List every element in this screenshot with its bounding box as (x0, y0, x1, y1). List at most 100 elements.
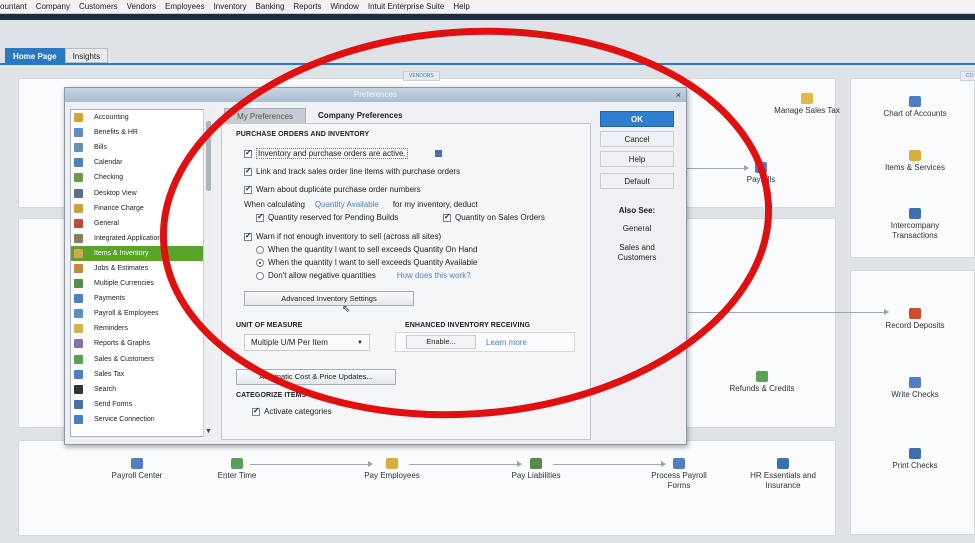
uom-dropdown[interactable]: Multiple U/M Per Item ▼ (244, 334, 370, 351)
link-track-option[interactable]: Link and track sales order line items wi… (244, 166, 460, 176)
also-see-label: Also See: (618, 206, 656, 215)
category-reminders[interactable]: Reminders (71, 321, 212, 336)
category-label: Sales Tax (94, 370, 125, 378)
category-payments[interactable]: Payments (71, 291, 212, 306)
category-icon (74, 279, 83, 289)
tab-company-preferences[interactable]: Company Preferences (306, 108, 414, 123)
category-payroll-employees[interactable]: Payroll & Employees (71, 306, 212, 321)
record-deposits[interactable]: Record Deposits (880, 308, 950, 331)
scroll-down-icon[interactable]: ▼ (205, 428, 212, 435)
warn-not-enough-checkbox[interactable] (244, 231, 252, 241)
tab-home-page[interactable]: Home Page (5, 48, 65, 63)
payroll-center[interactable]: Payroll Center (102, 458, 172, 481)
category-icon (74, 354, 83, 364)
flow-arrow (686, 165, 749, 171)
category-search[interactable]: Search (71, 382, 212, 397)
activate-categories-checkbox[interactable] (252, 406, 260, 416)
menu-item-window[interactable]: Window (330, 2, 358, 11)
title-strip (0, 14, 975, 20)
qty-reserved-option[interactable]: Quantity reserved for Pending Builds (256, 212, 398, 222)
category-reports-graphs[interactable]: Reports & Graphs (71, 336, 212, 351)
radio-dont-allow-button[interactable] (256, 271, 264, 280)
category-integrated-applications[interactable]: Integrated Applications (71, 231, 212, 246)
inventory-active-option[interactable]: Inventory and purchase orders are active… (244, 148, 442, 159)
info-icon[interactable] (434, 150, 442, 157)
pay-liabilities[interactable]: Pay Liabilities (501, 458, 571, 481)
process-payroll-forms[interactable]: Process Payroll Forms (644, 458, 714, 491)
menu-item-vendors[interactable]: Vendors (127, 2, 156, 11)
category-desktop-view[interactable]: Desktop View (71, 185, 212, 200)
qty-sales-orders-checkbox[interactable] (443, 212, 451, 222)
qty-sales-orders-option[interactable]: Quantity on Sales Orders (443, 212, 545, 222)
help-button[interactable]: Help (600, 151, 674, 167)
category-sales-tax[interactable]: Sales Tax (71, 367, 212, 382)
tab-my-preferences[interactable]: My Preferences (224, 108, 307, 123)
activate-categories-option[interactable]: Activate categories (252, 406, 332, 416)
learn-more-link[interactable]: Learn more (486, 338, 527, 347)
vendors-section-label: VENDORS (403, 71, 440, 81)
category-calendar[interactable]: Calendar (71, 155, 212, 170)
ok-button[interactable]: OK (600, 111, 674, 127)
refunds-credits[interactable]: Refunds & Credits (727, 371, 797, 394)
warn-duplicate-option[interactable]: Warn about duplicate purchase order numb… (244, 184, 421, 194)
category-jobs-estimates[interactable]: Jobs & Estimates (71, 261, 212, 276)
category-accounting[interactable]: Accounting (71, 110, 212, 125)
category-service-connection[interactable]: Service Connection (71, 412, 212, 427)
enable-button[interactable]: Enable... (406, 335, 476, 349)
cancel-button[interactable]: Cancel (600, 131, 674, 147)
chart-of-accounts[interactable]: Chart of Accounts (880, 96, 950, 119)
warn-not-enough-option[interactable]: Warn if not enough inventory to sell (ac… (244, 231, 441, 241)
category-general[interactable]: General (71, 216, 212, 231)
menu-item-employees[interactable]: Employees (165, 2, 205, 11)
link-track-checkbox[interactable] (244, 166, 252, 176)
category-benefits-hr[interactable]: Benefits & HR (71, 125, 212, 140)
tab-insights[interactable]: Insights (64, 48, 109, 63)
automatic-cost-price-button[interactable]: Automatic Cost & Price Updates... (236, 369, 396, 385)
inventory-active-checkbox[interactable] (244, 148, 252, 158)
intercompany-transactions[interactable]: Intercompany Transactions (880, 208, 950, 241)
scrollbar-thumb[interactable] (206, 121, 211, 191)
print-checks[interactable]: Print Checks (880, 448, 950, 471)
category-bills[interactable]: Bills (71, 140, 212, 155)
category-scrollbar[interactable]: ▼ (203, 109, 213, 437)
category-items-inventory[interactable]: Items & Inventory (71, 245, 212, 261)
hr-essentials[interactable]: HR Essentials and Insurance (747, 458, 819, 491)
manage-sales-tax[interactable]: Manage Sales Tax (772, 93, 842, 116)
radio-on-hand-button[interactable] (256, 245, 264, 254)
write-checks[interactable]: Write Checks (880, 377, 950, 400)
qty-reserved-checkbox[interactable] (256, 212, 264, 222)
menu-item-company[interactable]: Company (36, 2, 70, 11)
default-button[interactable]: Default (600, 173, 674, 189)
category-multiple-currencies[interactable]: Multiple Currencies (71, 276, 212, 291)
menu-item-ountant[interactable]: ountant (0, 2, 27, 11)
menu-item-customers[interactable]: Customers (79, 2, 118, 11)
enter-time[interactable]: Enter Time (202, 458, 272, 481)
menu-item-inventory[interactable]: Inventory (214, 2, 247, 11)
menu-item-banking[interactable]: Banking (255, 2, 284, 11)
quantity-available-link[interactable]: Quantity Available (315, 200, 379, 209)
menu-item-help[interactable]: Help (453, 2, 469, 11)
category-label: Payroll & Employees (94, 310, 159, 318)
warn-duplicate-checkbox[interactable] (244, 184, 252, 194)
category-checking[interactable]: Checking (71, 170, 212, 185)
category-send-forms[interactable]: Send Forms (71, 397, 212, 412)
category-icon (74, 233, 83, 243)
radio-dont-allow[interactable]: Don't allow negative quantities How does… (256, 271, 471, 280)
home-tabs: Home Page Insights (5, 48, 109, 63)
category-label: Send Forms (94, 400, 133, 408)
payrolls[interactable]: Payrolls (726, 162, 796, 185)
radio-available-button[interactable] (256, 258, 264, 267)
category-finance-charge[interactable]: Finance Charge (71, 201, 212, 216)
how-does-this-work-link[interactable]: How does this work? (397, 271, 471, 280)
close-icon[interactable]: × (676, 88, 681, 102)
radio-available[interactable]: When the quantity I want to sell exceeds… (256, 258, 477, 267)
category-sales-customers[interactable]: Sales & Customers (71, 352, 212, 367)
also-see-general-link[interactable]: General (600, 224, 674, 234)
radio-on-hand[interactable]: When the quantity I want to sell exceeds… (256, 245, 477, 254)
menu-item-intuit-enterprise-suite[interactable]: Intuit Enterprise Suite (368, 2, 444, 11)
also-see-sales-customers-link[interactable]: Sales and Customers (602, 243, 672, 263)
advanced-inventory-settings-button[interactable]: Advanced Inventory Settings (244, 291, 414, 306)
payroll-forms-icon (673, 458, 685, 469)
menu-item-reports[interactable]: Reports (293, 2, 321, 11)
items-services[interactable]: Items & Services (880, 150, 950, 173)
